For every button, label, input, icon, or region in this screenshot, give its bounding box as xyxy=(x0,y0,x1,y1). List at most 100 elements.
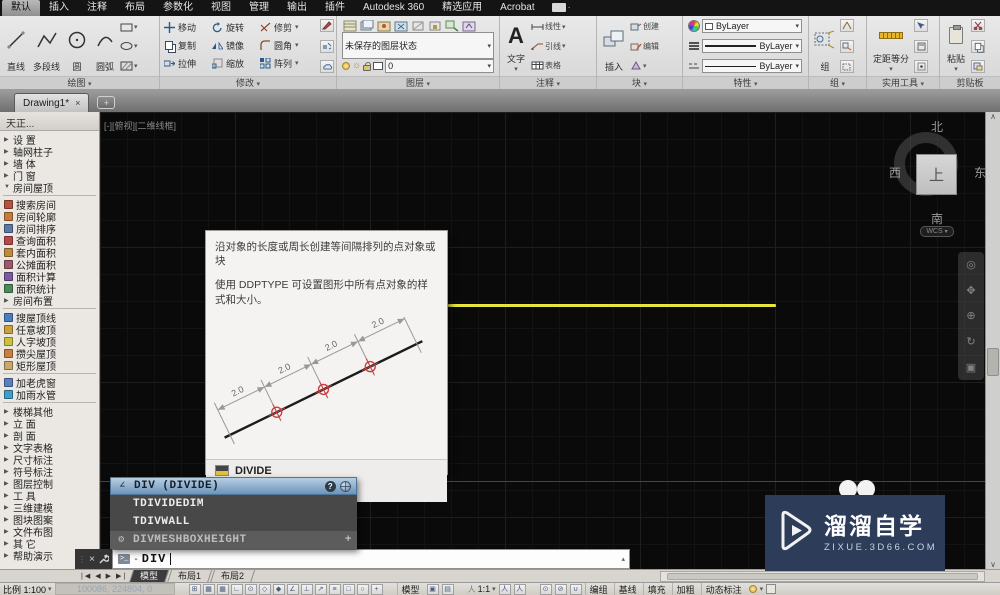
panel-label-annotate[interactable]: 注释 ▾ xyxy=(500,76,596,89)
internet-search-icon[interactable] xyxy=(340,480,351,492)
layer-off-icon[interactable] xyxy=(410,19,425,32)
panel-label-utilities[interactable]: 实用工具 ▾ xyxy=(867,76,939,89)
rectangle-button[interactable]: ▾ xyxy=(120,19,138,34)
line-button[interactable]: 直线 xyxy=(3,18,29,74)
block-attributes-button[interactable]: ▾ xyxy=(630,58,679,73)
quick-select-button[interactable] xyxy=(914,19,928,32)
revision-cloud-button[interactable] xyxy=(320,60,334,73)
pan-icon[interactable]: ✥ xyxy=(966,284,975,297)
ribbon-tab-7[interactable]: 管理 xyxy=(240,0,278,16)
polyline-button[interactable]: 多段线 xyxy=(31,18,62,74)
paste-button[interactable]: 粘贴 ▾ xyxy=(943,18,969,74)
palette-item[interactable]: ▼ 房间屋顶 xyxy=(0,181,99,195)
3d-object-snap-icon[interactable]: ◆ xyxy=(272,583,285,595)
layer-freeze-icon[interactable] xyxy=(393,19,408,32)
horizontal-scrollbar[interactable] xyxy=(660,570,985,582)
ellipse-button[interactable]: ▾ xyxy=(120,39,138,54)
viewport-tools-icon[interactable]: ⊙ xyxy=(539,583,552,595)
erase-button[interactable] xyxy=(320,19,334,32)
palette-item[interactable]: 加雨水管 xyxy=(0,388,99,402)
autoscale-icon[interactable]: 人 xyxy=(513,583,526,595)
layout-tab-2[interactable]: 布局1 xyxy=(167,569,213,583)
showmotion-icon[interactable]: ▣ xyxy=(966,361,976,374)
annotation-visibility-icon[interactable]: 人 xyxy=(498,583,511,595)
new-tab-button[interactable]: + xyxy=(97,96,116,109)
ribbon-tab-6[interactable]: 视图 xyxy=(202,0,240,16)
wcs-menu[interactable]: WCS ▾ xyxy=(920,226,954,237)
ribbon-tab-12[interactable]: Acrobat xyxy=(491,0,543,16)
object-snap-icon[interactable]: ◇ xyxy=(258,583,271,595)
object-color-dropdown[interactable]: ByLayer ▾ xyxy=(702,19,802,33)
layer-thaw-icon[interactable]: ☼ xyxy=(352,61,361,71)
viewport-label[interactable]: [-][俯视][二维线框] xyxy=(104,119,176,132)
ungroup-button[interactable] xyxy=(840,19,854,32)
window-panel-caret-icon[interactable]: · xyxy=(568,0,571,16)
linear-dim-button[interactable]: 线性 ▾ xyxy=(531,19,593,34)
infer-constraints-icon[interactable]: ⊞ xyxy=(188,583,201,595)
transparency-icon[interactable]: □ xyxy=(342,583,355,595)
plus-icon[interactable]: + xyxy=(345,534,352,546)
leader-button[interactable]: 引线 ▾ xyxy=(531,39,593,54)
palette-item[interactable]: 矩形屋顶 xyxy=(0,359,99,373)
table-button[interactable]: 表格 xyxy=(531,58,593,73)
copy-clip-button[interactable] xyxy=(971,39,985,53)
lineweight-icon[interactable] xyxy=(688,41,700,51)
zoom-icon[interactable]: ⊕ xyxy=(966,309,975,322)
panel-label-properties[interactable]: 特性 ▾ xyxy=(683,76,808,89)
steering-wheel-icon[interactable]: ◎ xyxy=(966,258,976,271)
lineweight-icon[interactable]: ≡ xyxy=(328,583,341,595)
measure-button[interactable]: 定距等分 ▾ xyxy=(870,18,912,74)
autocomplete-item[interactable]: ∠ DIV (DIVIDE)? xyxy=(110,477,357,495)
edit-block-button[interactable]: 编辑 xyxy=(630,39,679,54)
panel-label-groups[interactable]: 组 ▾ xyxy=(809,76,866,89)
paste-special-button[interactable] xyxy=(971,60,985,73)
color-wheel-icon[interactable] xyxy=(688,20,700,32)
rotate-button[interactable]: 旋转 xyxy=(211,21,259,34)
array-button[interactable]: 阵列 ▾ xyxy=(259,57,315,70)
close-command-icon[interactable]: × xyxy=(89,554,95,565)
toggle-编组[interactable]: 编组 xyxy=(584,582,612,595)
orbit-icon[interactable]: ↻ xyxy=(966,335,975,348)
hscrollbar-thumb[interactable] xyxy=(667,572,978,580)
layout-tab-3[interactable]: 布局2 xyxy=(210,569,256,583)
toggle-加粗[interactable]: 加粗 xyxy=(671,582,699,595)
layer-state-dropdown[interactable]: 未保存的图层状态 ▾ xyxy=(342,32,494,59)
insert-block-button[interactable]: 插入 xyxy=(600,18,628,74)
compass-west[interactable]: 西 xyxy=(889,164,901,181)
layer-walk-icon[interactable] xyxy=(461,19,476,32)
autocomplete-item[interactable]: ⚙ DIVMESHBOXHEIGHT + xyxy=(110,531,357,549)
object-snap-tracking-icon[interactable]: ∠ xyxy=(286,583,299,595)
annotation-scale-control[interactable]: 人 1:1 ▾ xyxy=(468,584,496,595)
ribbon-tab-2[interactable]: 插入 xyxy=(40,0,78,16)
ribbon-tab-1[interactable]: 默认 xyxy=(2,0,40,16)
trim-button[interactable]: 修剪 ▾ xyxy=(259,21,315,34)
selection-cycling-icon[interactable]: + xyxy=(370,583,383,595)
panel-label-modify[interactable]: 修改 ▾ xyxy=(160,76,336,89)
toggle-动态标注[interactable]: 动态标注 xyxy=(700,582,746,595)
panel-label-draw[interactable]: 绘图 ▾ xyxy=(0,76,159,89)
coordinates-display[interactable]: 100086, 224804, 0 xyxy=(54,583,175,595)
hatch-button[interactable]: ▾ xyxy=(120,58,138,73)
layer-properties-icon[interactable] xyxy=(342,19,357,32)
linetype-icon[interactable] xyxy=(688,61,700,71)
group-button[interactable]: 组 xyxy=(812,18,838,74)
grid-display-icon[interactable]: ▦ xyxy=(216,583,229,595)
palette-title[interactable]: 天正... xyxy=(0,112,99,131)
quick-properties-icon[interactable]: ○ xyxy=(356,583,369,595)
group-edit-button[interactable] xyxy=(840,39,854,53)
layout-tab-1[interactable]: 模型 xyxy=(129,569,170,583)
scrollbar-thumb[interactable] xyxy=(987,348,999,376)
ribbon-tab-8[interactable]: 输出 xyxy=(278,0,316,16)
linetype-dropdown[interactable]: ByLayer ▾ xyxy=(702,59,802,73)
dynamic-ucs-icon[interactable]: ⊥ xyxy=(300,583,313,595)
close-icon[interactable]: × xyxy=(75,98,80,108)
layer-color-swatch[interactable] xyxy=(373,62,384,70)
move-button[interactable]: 移动 xyxy=(163,21,211,34)
toggle-填充[interactable]: 填充 xyxy=(642,582,670,595)
customize-wrench-icon[interactable] xyxy=(98,553,109,565)
ribbon-tab-10[interactable]: Autodesk 360 xyxy=(354,0,433,16)
scale-button[interactable]: 缩放 xyxy=(211,57,259,70)
compass-south[interactable]: 南 xyxy=(931,210,943,227)
last-tab-icon[interactable]: ▶❘ xyxy=(114,572,129,580)
unlock-icon[interactable]: ⊘ xyxy=(554,583,567,595)
